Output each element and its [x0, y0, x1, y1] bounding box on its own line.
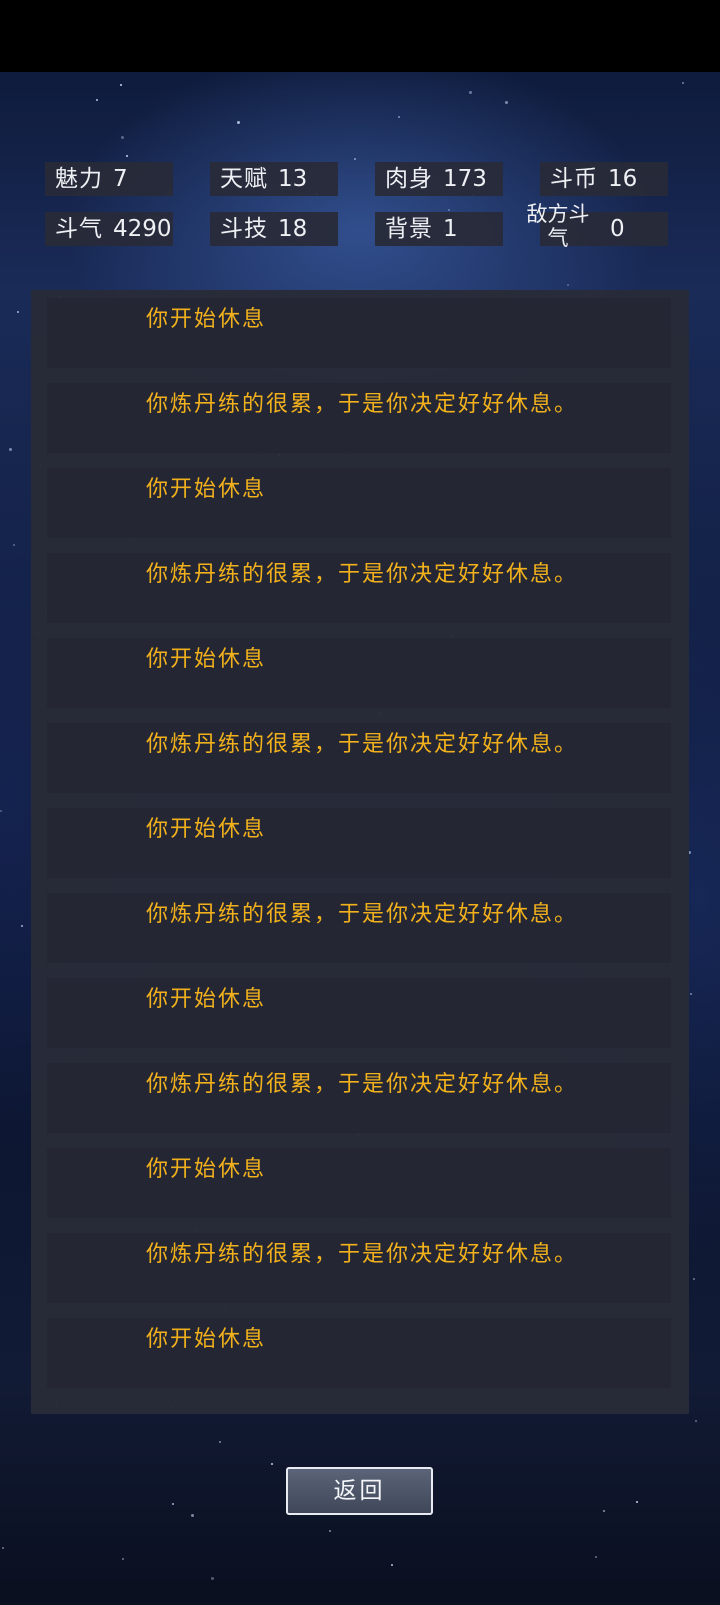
stat-value: 4290 — [113, 216, 172, 242]
stat-label: 斗币 — [550, 166, 598, 192]
star — [567, 284, 569, 286]
star — [354, 158, 356, 160]
log-entry: 你炼丹练的很累，于是你决定好好休息。 — [47, 893, 671, 963]
stat-label: 背景 — [385, 216, 433, 242]
log-entry: 你炼丹练的很累，于是你决定好好休息。 — [47, 723, 671, 793]
star — [271, 1463, 273, 1465]
stat-talent: 天赋 13 — [210, 162, 338, 196]
log-entry: 你开始休息 — [47, 298, 671, 368]
stat-label: 敌方斗气 — [526, 202, 590, 250]
log-list: 你开始休息 你炼丹练的很累，于是你决定好好休息。 你开始休息 你炼丹练的很累，于… — [47, 298, 671, 1403]
log-entry: 你开始休息 — [47, 638, 671, 708]
star — [690, 993, 692, 995]
star — [693, 1278, 695, 1280]
star — [126, 155, 128, 157]
log-entry: 你开始休息 — [47, 978, 671, 1048]
star — [172, 1503, 174, 1505]
star — [96, 99, 98, 101]
star — [505, 101, 508, 104]
star — [17, 311, 19, 313]
log-entry: 你炼丹练的很累，于是你决定好好休息。 — [47, 553, 671, 623]
stat-value: 13 — [278, 166, 308, 192]
star — [121, 136, 124, 139]
stat-douqi: 斗气 4290 — [45, 212, 173, 246]
stat-label: 天赋 — [220, 166, 268, 192]
stat-label: 斗技 — [220, 216, 268, 242]
back-button[interactable]: 返回 — [286, 1467, 433, 1515]
star — [469, 91, 472, 94]
star — [120, 84, 122, 86]
star — [211, 1577, 214, 1580]
stat-skill: 斗技 18 — [210, 212, 338, 246]
star — [603, 1510, 605, 1512]
star — [448, 209, 450, 211]
log-entry: 你炼丹练的很累，于是你决定好好休息。 — [47, 1233, 671, 1303]
star — [21, 925, 23, 927]
star — [122, 1558, 124, 1560]
stat-value: 173 — [443, 166, 487, 192]
stat-label: 魅力 — [55, 166, 103, 192]
stat-background: 背景 1 — [375, 212, 503, 246]
stat-label: 斗气 — [55, 216, 103, 242]
stat-label: 肉身 — [385, 166, 433, 192]
star — [237, 121, 240, 124]
stat-value: 18 — [278, 216, 308, 242]
star — [391, 1564, 393, 1566]
log-entry: 你开始休息 — [47, 1148, 671, 1218]
stat-charm: 魅力 7 — [45, 162, 173, 196]
star — [682, 82, 684, 84]
stat-value: 7 — [113, 166, 128, 192]
log-entry: 你炼丹练的很累，于是你决定好好休息。 — [47, 1063, 671, 1133]
stat-value: 1 — [443, 216, 458, 242]
stat-body: 肉身 173 — [375, 162, 503, 196]
stat-coins: 斗币 16 — [540, 162, 668, 196]
star — [398, 116, 400, 118]
star — [329, 1530, 331, 1532]
status-bar — [0, 0, 720, 72]
star — [2, 1547, 4, 1549]
star — [0, 810, 2, 812]
stat-value: 0 — [610, 216, 625, 242]
star — [9, 448, 12, 451]
star — [13, 544, 15, 546]
star — [636, 1501, 638, 1503]
log-entry: 你炼丹练的很累，于是你决定好好休息。 — [47, 383, 671, 453]
stat-enemy-douqi: 敌方斗气 0 — [527, 202, 668, 250]
log-entry: 你开始休息 — [47, 1318, 671, 1388]
star — [695, 1420, 697, 1422]
star — [219, 1441, 221, 1443]
log-panel[interactable]: 你开始休息 你炼丹练的很累，于是你决定好好休息。 你开始休息 你炼丹练的很累，于… — [31, 290, 689, 1414]
log-entry: 你开始休息 — [47, 468, 671, 538]
star — [595, 1556, 597, 1558]
log-entry: 你开始休息 — [47, 808, 671, 878]
stat-value: 16 — [608, 166, 638, 192]
star — [191, 1514, 194, 1517]
